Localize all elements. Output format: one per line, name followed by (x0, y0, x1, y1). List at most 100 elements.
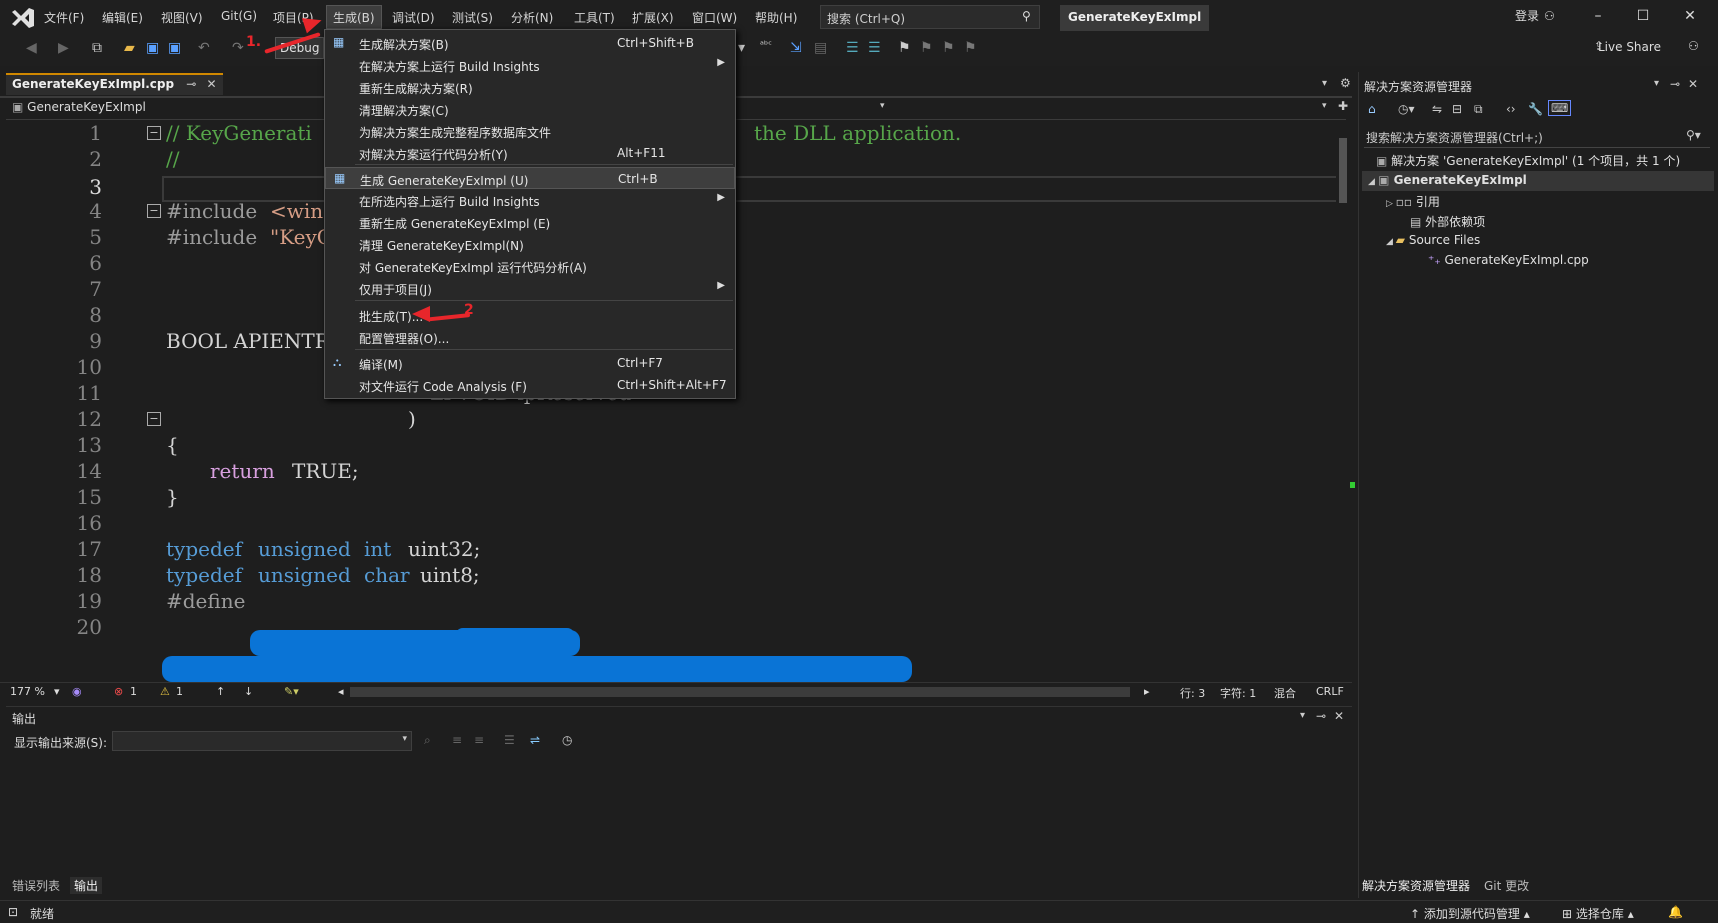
scroll-right-icon[interactable]: ▸ (1144, 685, 1150, 698)
tree-external-deps[interactable]: ▤ 外部依赖项 (1410, 213, 1485, 230)
indent-mode[interactable]: 混合 (1274, 685, 1296, 701)
menu-item-build-insights-selection[interactable]: 在所选内容上运行 Build Insights ▶ (325, 189, 735, 211)
spell-check-icon[interactable]: ᵃᵇᶜ (760, 40, 772, 51)
home-icon[interactable]: ⌂ (1368, 102, 1376, 116)
feedback-icon[interactable]: ⚇ (1688, 39, 1699, 53)
menu-file[interactable]: 文件(F) (44, 9, 84, 26)
menu-extensions[interactable]: 扩展(X) (632, 9, 674, 26)
zoom-dropdown-icon[interactable]: ▾ (54, 685, 60, 698)
select-repo-button[interactable]: ⊞ 选择仓库 ▴ (1562, 905, 1634, 922)
menu-item-batch-build[interactable]: 批生成(T)... (325, 304, 735, 326)
tab-error-list[interactable]: 错误列表 (12, 877, 60, 894)
find-icon[interactable]: ⌕ (424, 733, 431, 748)
tree-project[interactable]: ◢ ▣ GenerateKeyExImpl (1368, 173, 1527, 187)
tab-close-icon[interactable]: ✕ (207, 77, 217, 91)
open-folder-icon[interactable]: ▰ (124, 40, 135, 56)
menu-item-project-only[interactable]: 仅用于项目(J) ▶ (325, 277, 735, 299)
forward-icon[interactable]: ▶ (58, 40, 69, 56)
outdent-icon[interactable]: ☰ (868, 40, 881, 56)
horizontal-scrollbar[interactable] (350, 687, 1130, 697)
tree-source-files[interactable]: ◢ ▰ Source Files (1386, 233, 1480, 247)
warning-icon[interactable]: ⚠ (160, 685, 170, 698)
pin-icon[interactable]: ⊸ (186, 77, 196, 91)
menu-build[interactable]: 生成(B) (326, 5, 382, 29)
expand-icon[interactable]: ◢ (1386, 237, 1396, 247)
next-issue-icon[interactable]: ↓ (244, 685, 253, 698)
account-icon[interactable]: ⚇ (1544, 9, 1555, 23)
new-item-icon[interactable]: ⧉ (92, 40, 102, 56)
menu-item-build-insights-solution[interactable]: 在解决方案上运行 Build Insights ▶ (325, 54, 735, 76)
warning-count[interactable]: 1 (176, 685, 183, 698)
zoom-level[interactable]: 177 % (10, 685, 45, 698)
settings-icon[interactable]: ⚙ (1340, 76, 1351, 90)
menu-help[interactable]: 帮助(H) (755, 9, 797, 26)
expand-icon[interactable]: ◢ (1368, 177, 1378, 187)
live-share-button[interactable]: Live Share (1598, 40, 1661, 54)
tree-cpp-file[interactable]: ⁺₊ GenerateKeyExImpl.cpp (1428, 253, 1589, 267)
nav-scope-dropdown-icon[interactable]: ▾ (880, 101, 885, 111)
menu-item-build-project[interactable]: ▦ 生成 GenerateKeyExImpl (U) Ctrl+B (325, 167, 735, 189)
line-indicator[interactable]: 行: 3 (1180, 685, 1205, 701)
prev-message-icon[interactable]: ≡ (452, 733, 462, 747)
indent-icon[interactable]: ☰ (846, 40, 859, 56)
panel-menu-icon[interactable]: ▾ (1300, 710, 1305, 721)
add-source-control-button[interactable]: ↑ 添加到源代码管理 ▴ (1410, 905, 1530, 922)
format-icon[interactable]: ▤ (814, 40, 827, 56)
menu-view[interactable]: 视图(V) (161, 9, 203, 26)
split-icon[interactable]: ✚ (1338, 99, 1348, 113)
word-wrap-icon[interactable]: ⇌ (530, 733, 540, 747)
view-code-icon[interactable]: ‹› (1506, 102, 1516, 116)
properties-icon[interactable]: 🔧 (1528, 102, 1543, 116)
undo-icon[interactable]: ↶ (198, 40, 210, 56)
login-link[interactable]: 登录 (1515, 7, 1539, 24)
code-cleanup-icon[interactable]: ✎▾ (284, 685, 299, 698)
prev-issue-icon[interactable]: ↑ (216, 685, 225, 698)
tab-git-changes[interactable]: Git 更改 (1484, 877, 1529, 894)
preview-icon[interactable]: ⌨ (1548, 100, 1572, 116)
menu-item-code-analysis-file[interactable]: 对文件运行 Code Analysis (F) Ctrl+Shift+Alt+F7 (325, 374, 735, 396)
bookmark-icon[interactable]: ⚑ (898, 40, 911, 56)
next-bookmark-icon[interactable]: ⚑ (942, 40, 955, 56)
timestamp-icon[interactable]: ◷ (562, 733, 572, 747)
save-all-icon[interactable]: ▣ (168, 40, 181, 56)
menu-item-code-analysis-project[interactable]: 对 GenerateKeyExImpl 运行代码分析(A) (325, 255, 735, 277)
pin-icon[interactable]: ⊸ (1316, 709, 1326, 723)
error-count[interactable]: 1 (130, 685, 137, 698)
menu-item-rebuild-solution[interactable]: 重新生成解决方案(R) (325, 76, 735, 98)
search-input[interactable]: 搜索 (Ctrl+Q) (820, 5, 1040, 29)
char-indicator[interactable]: 字符: 1 (1220, 685, 1256, 701)
menu-item-code-analysis-solution[interactable]: 对解决方案运行代码分析(Y) Alt+F11 (325, 142, 735, 164)
tree-solution[interactable]: ▣ 解决方案 'GenerateKeyExImpl' (1 个项目，共 1 个) (1376, 152, 1680, 169)
tab-generatekeyeximpl-cpp[interactable]: GenerateKeyExImpl.cpp ⊸ ✕ (6, 73, 223, 95)
collapse-all-icon[interactable]: ⊟ (1452, 102, 1462, 116)
maximize-icon[interactable]: ☐ (1633, 8, 1653, 24)
back-icon[interactable]: ◀ (26, 40, 37, 56)
menu-debug[interactable]: 调试(D) (392, 9, 435, 26)
collapse-icon[interactable]: ▷ (1386, 199, 1396, 209)
fold-toggle[interactable]: − (147, 204, 161, 218)
menu-item-compile[interactable]: ⛬ 编译(M) Ctrl+F7 (325, 352, 735, 374)
nav-project-dropdown[interactable]: ▣ GenerateKeyExImpl (12, 100, 146, 114)
scroll-left-icon[interactable]: ◂ (338, 685, 344, 698)
output-source-select[interactable]: ▾ (112, 731, 412, 751)
menu-item-full-pdb[interactable]: 为解决方案生成完整程序数据库文件 (325, 120, 735, 142)
minimize-icon[interactable]: – (1588, 8, 1608, 24)
menu-edit[interactable]: 编辑(E) (102, 9, 143, 26)
tab-output[interactable]: 输出 (70, 877, 103, 894)
prev-bookmark-icon[interactable]: ⚑ (920, 40, 933, 56)
panel-close-icon[interactable]: ✕ (1688, 77, 1698, 91)
step-icon[interactable]: ⇲ (790, 40, 802, 56)
menu-item-configuration-manager[interactable]: 配置管理器(O)... (325, 326, 735, 348)
health-icon[interactable]: ◉ (72, 685, 82, 698)
menu-item-rebuild-project[interactable]: 重新生成 GenerateKeyExImpl (E) (325, 211, 735, 233)
visual-studio-logo-icon[interactable] (10, 6, 36, 30)
error-icon[interactable]: ⊗ (114, 685, 123, 698)
clear-all-icon[interactable]: ☰ (504, 733, 515, 747)
menu-item-clean-project[interactable]: 清理 GenerateKeyExImpl(N) (325, 233, 735, 255)
pin-icon[interactable]: ⊸ (1670, 77, 1680, 91)
menu-item-clean-solution[interactable]: 清理解决方案(C) (325, 98, 735, 120)
next-message-icon[interactable]: ≡ (474, 733, 484, 747)
tab-list-icon[interactable]: ▾ (1322, 78, 1327, 89)
line-ending[interactable]: CRLF (1316, 685, 1344, 698)
history-icon[interactable]: ◷▾ (1398, 102, 1415, 116)
